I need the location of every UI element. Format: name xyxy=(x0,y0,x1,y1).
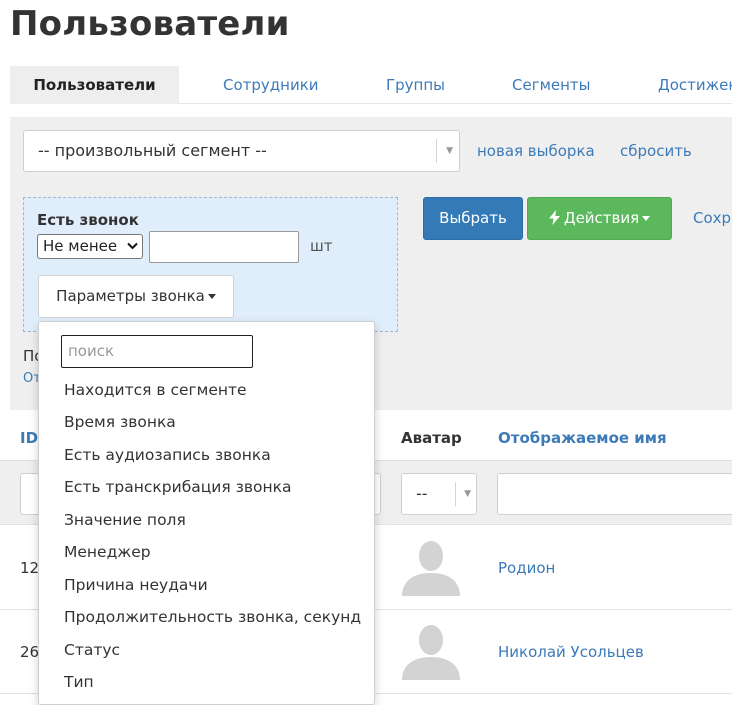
actions-button[interactable]: Действия xyxy=(527,197,672,240)
actions-label: Действия xyxy=(563,209,640,227)
tab-achievements[interactable]: Достижен xyxy=(658,66,732,104)
user-name-link[interactable]: Родион xyxy=(498,559,555,577)
operator-select-value: Не менее xyxy=(43,237,118,255)
dropdown-item[interactable]: Продолжительность звонка, секунд xyxy=(64,608,361,626)
avatar-placeholder-icon xyxy=(402,622,460,680)
display-name-filter-input[interactable] xyxy=(497,473,732,515)
avatar-filter-select[interactable]: -- ▼ xyxy=(401,473,477,515)
row-id: 26 xyxy=(20,643,40,661)
dropdown-item[interactable]: Значение поля xyxy=(64,511,186,529)
triangle-down-icon: ▼ xyxy=(464,489,471,499)
caret-down-icon xyxy=(207,294,216,299)
unit-label: шт xyxy=(310,237,333,255)
dropdown-item[interactable]: Тип xyxy=(64,673,94,691)
dropdown-item[interactable]: Находится в сегменте xyxy=(64,381,247,399)
operator-select[interactable]: Не менее xyxy=(37,234,143,259)
select-button[interactable]: Выбрать xyxy=(423,197,523,240)
dropdown-item[interactable]: Время звонка xyxy=(64,413,176,431)
chevron-down-icon xyxy=(127,235,138,258)
lightning-icon xyxy=(548,198,560,239)
segment-select-value: -- произвольный сегмент -- xyxy=(38,141,267,160)
avatar-placeholder-icon xyxy=(402,538,460,596)
avatar-filter-value: -- xyxy=(416,484,428,503)
user-name-link[interactable]: Николай Усольцев xyxy=(498,643,644,661)
caret-down-icon xyxy=(642,216,651,221)
dropdown-item[interactable]: Есть аудиозапись звонка xyxy=(64,446,271,464)
call-params-label: Параметры звонка xyxy=(56,287,205,305)
dropdown-item[interactable]: Причина неудачи xyxy=(64,576,208,594)
select-divider xyxy=(455,482,456,506)
count-input[interactable] xyxy=(149,231,299,263)
select-divider xyxy=(436,139,437,163)
new-selection-link[interactable]: новая выборка xyxy=(477,142,595,160)
tab-employees[interactable]: Сотрудники xyxy=(223,66,319,104)
call-params-button[interactable]: Параметры звонка xyxy=(38,275,234,318)
tab-segments[interactable]: Сегменты xyxy=(512,66,591,104)
tab-bar: Пользователи Сотрудники Группы Сегменты … xyxy=(10,66,732,104)
save-link[interactable]: Сохр xyxy=(693,209,731,227)
page-title: Пользователи xyxy=(10,4,290,44)
tab-users[interactable]: Пользователи xyxy=(10,66,179,104)
condition-title: Есть звонок xyxy=(37,211,139,229)
dropdown-item[interactable]: Есть транскрибация звонка xyxy=(64,478,292,496)
call-params-dropdown: поиск Находится в сегменте Время звонка … xyxy=(38,321,375,705)
segment-select[interactable]: -- произвольный сегмент -- ▼ xyxy=(23,130,460,172)
column-header-avatar: Аватар xyxy=(401,429,462,447)
dropdown-item[interactable]: Статус xyxy=(64,641,120,659)
triangle-down-icon: ▼ xyxy=(446,146,453,156)
dropdown-item[interactable]: Менеджер xyxy=(64,543,151,561)
reset-link[interactable]: сбросить xyxy=(620,142,692,160)
column-header-id[interactable]: ID xyxy=(20,429,38,447)
tab-groups[interactable]: Группы xyxy=(386,66,445,104)
row-id: 12 xyxy=(20,559,40,577)
column-header-display-name[interactable]: Отображаемое имя xyxy=(498,429,667,447)
dropdown-search-input[interactable]: поиск xyxy=(61,335,253,368)
